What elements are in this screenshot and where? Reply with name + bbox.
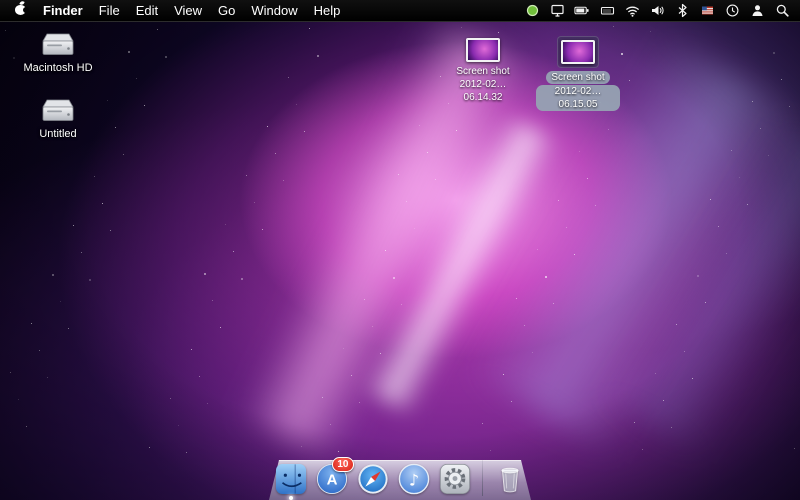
- svg-text:♪: ♪: [408, 471, 418, 490]
- apple-icon: [14, 0, 29, 15]
- hard-drive-icon: [42, 33, 74, 55]
- desktop-icon-macintosh-hd[interactable]: Macintosh HD: [18, 32, 98, 74]
- icon-label: Macintosh HD: [23, 62, 93, 74]
- aurora-beam: [360, 114, 560, 416]
- finder-icon: [275, 463, 306, 495]
- desktop-icon-untitled[interactable]: Untitled: [18, 98, 98, 140]
- dock-system-preferences[interactable]: [438, 462, 472, 496]
- dock-safari[interactable]: [356, 462, 390, 496]
- menu-window[interactable]: Window: [251, 0, 297, 22]
- bluetooth-icon[interactable]: [674, 3, 690, 19]
- spotlight-icon[interactable]: [774, 3, 790, 19]
- safari-icon: [357, 464, 388, 494]
- dock-separator: [481, 460, 483, 496]
- selection-highlight: [557, 36, 599, 68]
- dock-app-store[interactable]: A 10: [315, 457, 354, 496]
- menu-view[interactable]: View: [174, 0, 202, 22]
- user-icon[interactable]: [749, 3, 765, 19]
- menu-bar: Finder File Edit View Go Window Help: [0, 0, 800, 22]
- volume-icon[interactable]: [649, 3, 665, 19]
- app-menu-finder[interactable]: Finder: [43, 0, 83, 22]
- icon-label: Untitled: [39, 128, 77, 140]
- green-status-icon[interactable]: [524, 3, 540, 19]
- flag-icon[interactable]: [699, 3, 715, 19]
- icon-label: Screen shot 2012-02…06.15.05: [536, 71, 620, 111]
- battery-icon[interactable]: [574, 3, 590, 19]
- image-file-icon: [561, 40, 595, 64]
- wallpaper: [0, 0, 800, 500]
- dock-itunes[interactable]: ♪: [397, 462, 431, 496]
- system-preferences-icon: [439, 464, 470, 494]
- display-icon[interactable]: [549, 3, 565, 19]
- dock-trash[interactable]: [493, 462, 527, 496]
- desktop-icon-screenshot-2[interactable]: Screen shot 2012-02…06.15.05: [536, 36, 620, 111]
- aurora-beam: [601, 113, 800, 457]
- notification-badge: 10: [332, 457, 354, 472]
- menu-file[interactable]: File: [99, 0, 120, 22]
- keyboard-icon[interactable]: [599, 3, 615, 19]
- itunes-icon: ♪: [398, 463, 429, 495]
- dock-finder[interactable]: [274, 462, 308, 500]
- hard-drive-icon: [42, 99, 74, 121]
- desktop: Finder File Edit View Go Window Help Mac…: [0, 0, 800, 500]
- dock: A 10 ♪: [269, 456, 531, 500]
- menu-go[interactable]: Go: [218, 0, 235, 22]
- menu-edit[interactable]: Edit: [136, 0, 158, 22]
- wifi-icon[interactable]: [624, 3, 640, 19]
- image-file-icon: [466, 38, 500, 62]
- svg-text:A: A: [326, 472, 337, 489]
- running-indicator: [288, 496, 293, 500]
- vignette: [0, 0, 800, 500]
- icon-label: Screen shot 2012-02…06.14.32: [456, 66, 510, 103]
- star-field: [0, 0, 800, 500]
- desktop-icon-screenshot-1[interactable]: Screen shot 2012-02…06.14.32: [444, 38, 522, 104]
- trash-icon: [500, 467, 519, 493]
- menu-help[interactable]: Help: [314, 0, 341, 22]
- apple-menu[interactable]: [14, 0, 29, 22]
- clock-icon[interactable]: [724, 3, 740, 19]
